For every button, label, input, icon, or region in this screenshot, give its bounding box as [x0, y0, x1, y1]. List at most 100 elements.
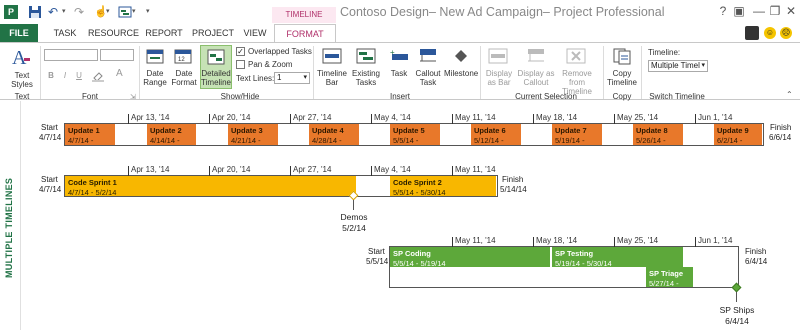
separator — [40, 46, 41, 99]
date-format-button[interactable]: Date Format — [168, 69, 200, 87]
timeline-bar-button[interactable]: Timeline Bar — [314, 69, 350, 87]
timeline2-start-label: Start — [41, 175, 58, 184]
timeline1-task[interactable]: Update 6 5/12/14 - — [471, 124, 522, 145]
existing-tasks-icon[interactable] — [356, 47, 376, 67]
task-dates: 5/5/14 - 5/30/14 — [393, 188, 446, 196]
timeline1-tick — [614, 114, 615, 124]
font-color-icon[interactable]: A — [116, 68, 123, 79]
help-icon[interactable]: ? — [716, 4, 730, 18]
overlapped-tasks-checkbox[interactable]: ✓ — [236, 47, 245, 56]
timeline3-tick — [533, 237, 534, 247]
date-range-icon[interactable] — [146, 47, 164, 67]
task-name: SP Testing — [555, 249, 594, 258]
timeline3-task[interactable]: SP Testing 5/19/14 - 5/30/14 — [552, 247, 684, 267]
existing-tasks-button[interactable]: Existing Tasks — [348, 69, 384, 87]
callout-task-button[interactable]: Callout Task — [410, 69, 446, 87]
user-avatar[interactable] — [745, 26, 759, 40]
timeline1-task[interactable]: Update 8 5/26/14 - — [633, 124, 684, 145]
timeline1-task[interactable]: Update 7 5/19/14 - — [552, 124, 603, 145]
date-format-icon[interactable]: 12 — [174, 47, 192, 67]
title-bar: P ↶ ▾ ↷ ☝ ▾ ▾ ▾ TIMELINE TOOLS Contoso D… — [0, 0, 800, 35]
task-dates: 5/27/14 - — [649, 279, 679, 287]
underline-button[interactable]: U — [74, 71, 84, 80]
timeline3-tick-label: May 11, '14 — [455, 236, 496, 245]
customize-quick-access-icon[interactable]: ▾ — [146, 5, 160, 19]
current-selection-group-label: Current Selection — [515, 92, 577, 101]
text-group-label: Text — [14, 92, 30, 101]
display-as-bar-icon[interactable] — [488, 48, 508, 66]
display-as-callout-icon[interactable] — [526, 48, 546, 66]
timeline1-tick-label: May 11, '14 — [455, 113, 496, 122]
milestone-icon[interactable] — [452, 48, 470, 68]
svg-text:A: A — [12, 47, 27, 68]
date-range-button[interactable]: Date Range — [140, 69, 170, 87]
ribbon-display-icon[interactable]: ▣ — [732, 4, 746, 18]
redo-icon[interactable]: ↷ — [74, 5, 88, 19]
timeline1-tick-label: Apr 20, '14 — [212, 113, 251, 122]
timeline1-tick — [209, 114, 210, 124]
tab-file[interactable]: FILE — [0, 24, 38, 42]
view-dropdown-icon[interactable]: ▾ — [132, 5, 146, 19]
task-button[interactable]: Task — [386, 69, 412, 78]
sp-ships-milestone-marker[interactable] — [731, 282, 742, 293]
task-name: Update 6 — [474, 126, 506, 135]
minimize-icon[interactable]: — — [752, 4, 766, 18]
timeline-bar-icon[interactable] — [322, 47, 342, 67]
tab-resource[interactable]: RESOURCE — [88, 24, 139, 42]
font-size-combo[interactable] — [100, 49, 134, 61]
task-dates: 4/14/14 - — [150, 136, 180, 145]
timeline1-task[interactable]: Update 2 4/14/14 - — [147, 124, 197, 145]
task-name: Code Sprint 2 — [393, 178, 442, 187]
milestone-button[interactable]: Milestone — [444, 69, 478, 78]
undo-icon[interactable]: ↶ — [48, 5, 62, 19]
timeline-select[interactable]: Multiple Timel ▾ — [648, 60, 708, 72]
display-as-bar-button[interactable]: Display as Bar — [482, 69, 516, 87]
collapse-ribbon-icon[interactable]: ⌃ — [786, 90, 793, 99]
pan-zoom-checkbox[interactable] — [236, 60, 245, 69]
font-dialog-launcher-icon[interactable]: ⇲ — [130, 93, 136, 101]
timeline1-task[interactable]: Update 3 4/21/14 - — [228, 124, 279, 145]
font-name-combo[interactable] — [44, 49, 98, 61]
frown-icon[interactable]: ☹ — [780, 27, 792, 39]
timeline1-task[interactable]: Update 4 4/28/14 - — [309, 124, 360, 145]
tab-format[interactable]: FORMAT — [274, 24, 336, 42]
restore-icon[interactable]: ❐ — [768, 4, 782, 18]
task-dates: 5/19/14 - 5/30/14 — [555, 259, 612, 267]
smiley-icon[interactable]: ☺ — [764, 27, 776, 39]
task-icon[interactable]: + — [390, 48, 410, 67]
separator — [480, 46, 481, 99]
text-styles-button[interactable]: Text Styles — [6, 71, 38, 89]
svg-text:12: 12 — [178, 57, 185, 63]
remove-from-timeline-icon[interactable] — [566, 48, 586, 66]
callout-task-icon[interactable] — [418, 47, 438, 67]
chevron-down-icon: ▾ — [701, 62, 705, 69]
background-color-icon[interactable] — [92, 70, 104, 84]
timeline1-task[interactable]: Update 5 5/5/14 - — [390, 124, 441, 145]
copy-group-label: Copy — [612, 92, 632, 101]
tab-report[interactable]: REPORT — [142, 24, 186, 42]
timeline2-task[interactable]: Code Sprint 2 5/5/14 - 5/30/14 — [390, 176, 497, 196]
text-styles-icon[interactable]: A — [10, 46, 32, 70]
view-icon[interactable] — [118, 5, 132, 19]
copy-timeline-icon[interactable] — [612, 47, 632, 67]
copy-timeline-button[interactable]: Copy Timeline — [606, 69, 638, 87]
bold-button[interactable]: B — [46, 71, 56, 80]
timeline3-task[interactable]: SP Triage 5/27/14 - — [646, 267, 694, 287]
tab-view[interactable]: VIEW — [240, 24, 270, 42]
timeline2-task[interactable]: Code Sprint 1 4/7/14 - 5/2/14 — [65, 176, 357, 196]
close-icon[interactable]: ✕ — [784, 4, 798, 18]
timeline2-tick-label: May 11, '14 — [455, 165, 496, 174]
tab-project[interactable]: PROJECT — [190, 24, 236, 42]
timeline1-task[interactable]: Update 9 6/2/14 - — [714, 124, 763, 145]
save-icon[interactable] — [28, 5, 42, 19]
task-name: Update 8 — [636, 126, 668, 135]
display-as-callout-button[interactable]: Display as Callout — [516, 69, 556, 87]
timeline3-tick — [452, 237, 453, 247]
timeline2-start-date: 4/7/14 — [39, 185, 62, 194]
timeline1-task[interactable]: Update 1 4/7/14 - — [65, 124, 116, 145]
text-lines-combo[interactable]: 1 ▾ — [274, 72, 310, 84]
tab-task[interactable]: TASK — [46, 24, 84, 42]
italic-button[interactable]: I — [60, 71, 70, 80]
timeline3-task[interactable]: SP Coding 5/5/14 - 5/19/14 — [390, 247, 551, 267]
timeline-tools-context-label: TIMELINE TOOLS — [272, 7, 336, 35]
